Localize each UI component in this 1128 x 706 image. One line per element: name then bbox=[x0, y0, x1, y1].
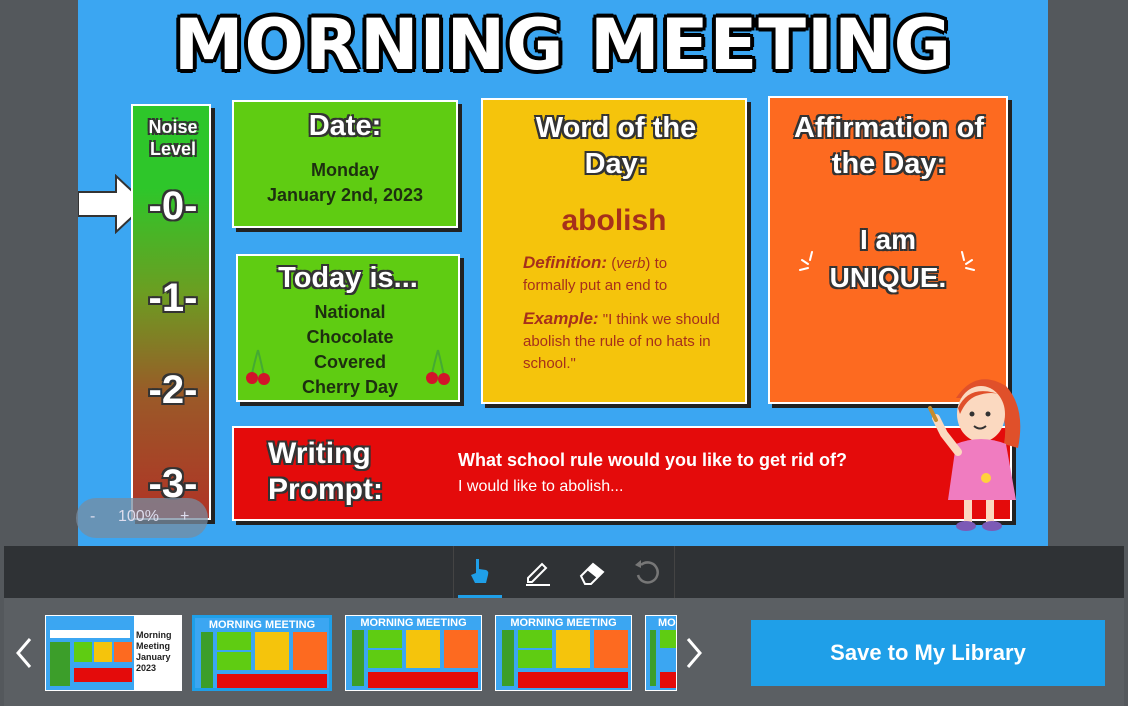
thumbnail-preview-card bbox=[660, 672, 676, 688]
thumbnail-preview-card bbox=[217, 674, 327, 688]
thumbnail-preview-card bbox=[556, 630, 590, 668]
thumbnail-1-title: Morning Meeting January 2023 bbox=[136, 630, 172, 673]
today-text: National Chocolate Covered Cherry Day bbox=[301, 302, 399, 397]
sparkle-icon bbox=[961, 251, 975, 271]
definition-label: Definition: bbox=[523, 253, 608, 272]
noise-level-label: Noise Level bbox=[148, 117, 198, 159]
thumbnail-1-preview-card bbox=[74, 668, 132, 682]
thumbnail-preview-meter bbox=[201, 632, 213, 688]
thumbnail-preview-card bbox=[255, 632, 289, 670]
drawing-toolbar bbox=[4, 546, 1124, 598]
tool-group bbox=[453, 546, 675, 598]
noise-level-1: -1- bbox=[148, 276, 198, 320]
thumbnail-preview-card bbox=[217, 632, 251, 650]
cherry-icon bbox=[246, 349, 270, 385]
thumbnail-preview-meter bbox=[352, 630, 364, 686]
thumbnail-preview-card bbox=[594, 630, 628, 668]
word-of-the-day-card: Word of the Day: abolish Definition: (ve… bbox=[481, 98, 747, 404]
word-of-day: abolish bbox=[561, 204, 667, 237]
writing-question: What school rule would you like to get r… bbox=[458, 450, 848, 470]
thumbnail-3[interactable]: MORNING MEETING bbox=[345, 615, 482, 691]
thumbnail-2-selected[interactable]: MORNING MEETING bbox=[192, 615, 332, 691]
zoom-level: 100% bbox=[118, 508, 159, 525]
save-to-library-button[interactable]: Save to My Library bbox=[751, 620, 1105, 686]
thumbnail-1-preview-card bbox=[74, 642, 92, 662]
date-card: Date: Monday January 2nd, 2023 bbox=[232, 100, 458, 228]
zoom-in-button[interactable]: + bbox=[180, 508, 189, 526]
undo-tool-button[interactable] bbox=[624, 546, 668, 598]
thumbnail-strip: Morning Meeting January 2023 MORNING MEE… bbox=[4, 598, 1124, 706]
eraser-icon bbox=[579, 562, 605, 585]
affirmation-title: Affirmation of the Day: bbox=[793, 112, 985, 180]
slide-canvas[interactable]: MORNING MEETING Noise Level -0- -1- -2- … bbox=[78, 0, 1048, 546]
thumbnail-preview-card bbox=[518, 650, 552, 668]
writing-starter: I would like to abolish... bbox=[458, 478, 624, 495]
thumbnail-preview-card bbox=[368, 630, 402, 648]
thumbnail-1-preview-title bbox=[50, 630, 130, 638]
undo-icon bbox=[635, 560, 659, 584]
thumbnail-preview-card bbox=[660, 630, 676, 648]
thumbnail-4[interactable]: MORNING MEETING bbox=[495, 615, 632, 691]
presentation-viewer: MORNING MEETING Noise Level -0- -1- -2- … bbox=[0, 0, 1128, 546]
word-definition: Definition: (verb) to formally put an en… bbox=[523, 253, 668, 294]
slide-title: MORNING MEETING bbox=[173, 4, 953, 86]
eraser-tool-button[interactable] bbox=[570, 546, 614, 598]
example-label: Example: bbox=[523, 309, 599, 328]
girl-illustration bbox=[928, 379, 1021, 531]
thumbnail-preview-meter bbox=[650, 630, 656, 686]
affirmation-card: Affirmation of the Day: I am UNIQUE. bbox=[768, 96, 1008, 404]
sparkle-icon bbox=[799, 251, 813, 271]
thumbnail-preview-card bbox=[368, 672, 478, 688]
zoom-out-button[interactable]: - bbox=[90, 508, 95, 526]
thumbnail-1-preview-card bbox=[94, 642, 112, 662]
thumbnail-5[interactable]: MO bbox=[645, 615, 677, 691]
date-title: Date: bbox=[308, 110, 382, 142]
thumbnail-preview-card bbox=[444, 630, 478, 668]
today-card: Today is... National Chocolate Covered C… bbox=[236, 254, 460, 402]
zoom-control: - 100% + bbox=[76, 498, 208, 538]
definition-pos: verb bbox=[616, 255, 646, 272]
thumbnail-1[interactable]: Morning Meeting January 2023 bbox=[45, 615, 182, 691]
writing-title-line2: Prompt: bbox=[268, 473, 383, 506]
date-day: Monday bbox=[310, 160, 379, 180]
thumbnail-preview-card bbox=[406, 630, 440, 668]
thumbnail-preview-card bbox=[293, 632, 327, 670]
thumbnail-preview-meter bbox=[502, 630, 514, 686]
thumbnail-3-title: MORNING MEETING bbox=[360, 617, 467, 629]
writing-title-line1: Writing bbox=[268, 437, 371, 470]
previous-arrow-icon[interactable] bbox=[12, 636, 36, 670]
writing-title: Writing Prompt: bbox=[268, 436, 383, 508]
word-example: Example: "I think we should abolish the … bbox=[523, 308, 723, 375]
pen-tool-button[interactable] bbox=[516, 546, 560, 598]
noise-level-meter: Noise Level -0- -1- -2- -3- bbox=[131, 104, 211, 520]
pen-icon bbox=[526, 562, 550, 586]
thumbnail-1-preview-meter bbox=[50, 642, 70, 686]
cherry-icon bbox=[426, 349, 450, 385]
thumbnail-preview-card bbox=[518, 672, 628, 688]
thumbnail-preview-card bbox=[368, 650, 402, 668]
thumbnail-1-preview-card bbox=[114, 642, 132, 662]
thumbnail-2-title: MORNING MEETING bbox=[208, 619, 316, 631]
next-arrow-icon[interactable] bbox=[682, 636, 706, 670]
today-title: Today is... bbox=[278, 262, 418, 294]
word-title: Word of the Day: bbox=[535, 112, 697, 180]
date-full: January 2nd, 2023 bbox=[266, 185, 424, 205]
noise-level-2: -2- bbox=[148, 368, 198, 412]
noise-level-0: -0- bbox=[148, 184, 198, 228]
thumbnail-preview-card bbox=[518, 630, 552, 648]
pointer-tool-button[interactable] bbox=[458, 546, 502, 598]
thumbnail-preview-card bbox=[217, 652, 251, 670]
thumbnail-5-title: MO bbox=[658, 617, 676, 629]
thumbnail-4-title: MORNING MEETING bbox=[510, 617, 617, 629]
writing-prompt-card: Writing Prompt: What school rule would y… bbox=[232, 426, 1012, 521]
pointer-hand-icon bbox=[471, 558, 489, 583]
